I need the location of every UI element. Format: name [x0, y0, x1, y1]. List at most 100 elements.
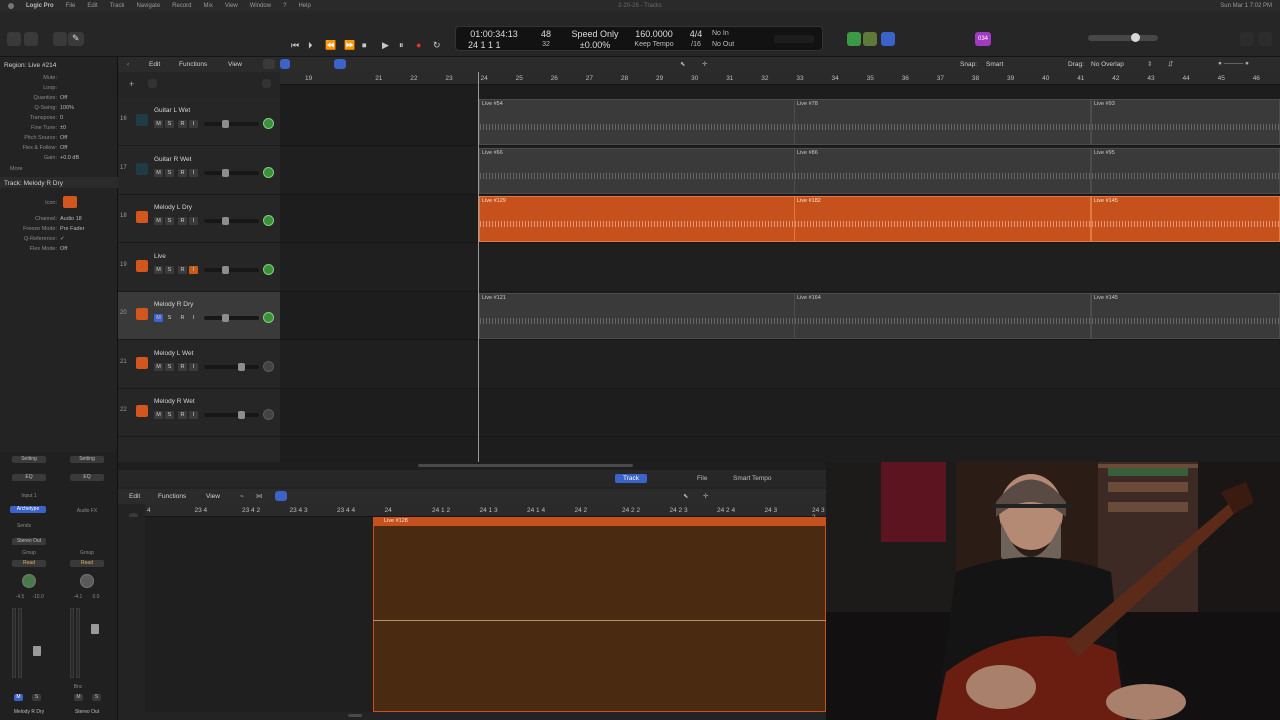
track-name[interactable]: Melody R Wet	[154, 398, 195, 405]
track-lane[interactable]: Live #54 Live #78 Live #93	[280, 98, 1280, 146]
audio-region[interactable]: Live #66	[479, 147, 795, 194]
track-volume-slider[interactable]	[204, 364, 259, 369]
zoom-slider[interactable]: ● ——— ●	[1218, 60, 1249, 67]
editor-functions-menu[interactable]: Functions	[158, 493, 186, 500]
vertical-zoom-icon[interactable]: ⇵	[1168, 60, 1173, 68]
right-volume-fader[interactable]	[91, 624, 99, 634]
track-pan-knob[interactable]	[263, 409, 274, 420]
track-icon[interactable]	[136, 356, 148, 369]
automation-icon[interactable]	[296, 59, 308, 69]
tab-file[interactable]: File	[689, 474, 715, 483]
right-strip-automation[interactable]: Read	[70, 560, 104, 567]
arrange-edit-menu[interactable]: Edit	[149, 61, 160, 68]
menu-edit[interactable]: Edit	[87, 3, 97, 9]
right-pan-knob[interactable]	[80, 574, 94, 588]
track-volume-knob[interactable]	[222, 314, 229, 322]
input-monitor-button[interactable]: I	[189, 168, 198, 177]
track-pan-knob[interactable]	[263, 215, 274, 226]
right-strip-setting[interactable]: Setting	[70, 456, 104, 463]
list-view-icon[interactable]	[263, 59, 275, 69]
solo-button[interactable]: S	[165, 314, 174, 322]
editor-flex-icon[interactable]: ⋈	[256, 492, 263, 500]
audio-region[interactable]: Live #54	[479, 99, 795, 145]
mute-button[interactable]: M	[154, 120, 163, 128]
audio-region[interactable]: Live #86	[794, 147, 1091, 194]
arrange-area[interactable]: Live #54 Live #78 Live #93 Live #66 Live #86…	[280, 85, 1280, 462]
count-in-button[interactable]	[863, 32, 877, 46]
pointer-tool-icon[interactable]: ⬉	[680, 60, 685, 68]
mute-button[interactable]: M	[154, 411, 163, 419]
menu-file[interactable]: File	[66, 3, 76, 9]
record-icon[interactable]: ●	[416, 41, 421, 50]
track-lane[interactable]: Live #121 Live #164 Live #145	[280, 292, 1280, 340]
waveform-zoom-icon[interactable]: ⇕	[1147, 60, 1152, 68]
record-enable-button[interactable]: R	[178, 265, 187, 274]
menu-navigate[interactable]: Navigate	[136, 3, 160, 9]
fast-forward-icon[interactable]: ⏩	[344, 41, 355, 50]
audio-region[interactable]: Live #95	[1091, 147, 1280, 194]
left-strip-plugin[interactable]: Archetype	[10, 506, 46, 513]
autopunch-button[interactable]	[931, 32, 943, 46]
track-name[interactable]: Guitar R Wet	[154, 156, 191, 163]
solo-button[interactable]: S	[165, 362, 174, 371]
metronome-button[interactable]	[881, 32, 895, 46]
track-lane[interactable]	[280, 243, 1280, 292]
left-strip-input[interactable]: Input 1	[12, 493, 46, 499]
cycle-icon[interactable]: ↻	[433, 41, 441, 50]
master-volume-slider[interactable]	[1088, 35, 1158, 41]
track-icon[interactable]	[136, 405, 148, 417]
track-pan-knob[interactable]	[263, 360, 274, 372]
mute-button[interactable]: M	[154, 168, 163, 177]
editor-pointer-icon[interactable]: ⬉	[683, 492, 688, 500]
track-inspector-title[interactable]: Track: Melody R Dry	[4, 180, 63, 187]
input-monitor-button[interactable]: I	[189, 362, 198, 371]
list-editors-button[interactable]	[1240, 32, 1254, 46]
bpm-value[interactable]: 160.0000	[628, 29, 680, 39]
audio-region[interactable]: Live #78	[794, 99, 1091, 145]
tuner-button[interactable]	[833, 32, 845, 46]
pencil-tool-icon[interactable]: ✛	[702, 60, 707, 68]
menu-record[interactable]: Record	[172, 3, 191, 9]
record-enable-button[interactable]: R	[178, 168, 187, 177]
smart-controls-button[interactable]: ✎	[68, 32, 84, 46]
record-enable-button[interactable]: R	[178, 411, 187, 419]
solo-button[interactable]: S	[165, 120, 174, 128]
track-volume-slider[interactable]	[204, 219, 259, 223]
track-lane[interactable]	[280, 389, 1280, 437]
bar-ruler[interactable]: 19 21 22 23 24 25 26 27 28 29 30 31 32 33 34 35 36 37 38 39…	[280, 72, 1280, 85]
browsers-button[interactable]	[1258, 32, 1272, 46]
right-strip-eq[interactable]: EQ	[70, 474, 104, 481]
left-volume-fader[interactable]	[33, 646, 41, 656]
solo-button[interactable]: S	[165, 217, 174, 225]
global-tracks-icon[interactable]	[148, 79, 157, 88]
track-volume-knob[interactable]	[222, 120, 229, 128]
audio-region[interactable]: Live #129	[479, 196, 795, 242]
master-tempo-badge[interactable]: 034	[975, 32, 991, 46]
track-pan-knob[interactable]	[263, 263, 274, 275]
menu-extra[interactable]: ?	[283, 3, 286, 9]
editor-ruler[interactable]: 4 23 4 23 4 2 23 4 3 23 4 4 24 24 1 2 24 1 3 24 …	[145, 504, 826, 521]
menu-clock[interactable]: Sun Mar 1 7:02 PM	[1220, 3, 1272, 9]
go-to-beginning-icon[interactable]: ⏮	[291, 41, 299, 50]
play-from-selection-icon[interactable]: ⏵	[308, 41, 313, 50]
stop-icon[interactable]: ⏹	[362, 41, 367, 50]
audio-region[interactable]: Live #121	[479, 293, 795, 339]
add-track-icon[interactable]: +	[129, 79, 134, 89]
audio-region[interactable]: Live #182	[794, 196, 1091, 242]
right-strip-plugin[interactable]: Audio FX	[70, 508, 104, 514]
left-strip-output[interactable]: Stereo Out	[12, 538, 46, 545]
region-inspector-title[interactable]: Region: Live #214	[4, 62, 56, 69]
track-icon[interactable]	[136, 308, 148, 320]
track-name[interactable]: Melody L Dry	[154, 204, 192, 211]
library-button[interactable]	[7, 32, 21, 46]
audio-region[interactable]: Live #93	[1091, 99, 1280, 145]
input-monitor-button[interactable]: I	[189, 411, 198, 419]
track-lane[interactable]	[280, 340, 1280, 389]
apple-icon[interactable]	[8, 2, 14, 9]
catch-icon[interactable]	[334, 59, 346, 69]
menu-track[interactable]: Track	[110, 3, 125, 9]
audio-region[interactable]: Live #145	[1091, 196, 1280, 242]
editor-tool-icon[interactable]: ✛	[703, 492, 708, 500]
rewind-icon[interactable]: ⏪	[325, 41, 336, 50]
menu-view[interactable]: View	[225, 3, 238, 9]
